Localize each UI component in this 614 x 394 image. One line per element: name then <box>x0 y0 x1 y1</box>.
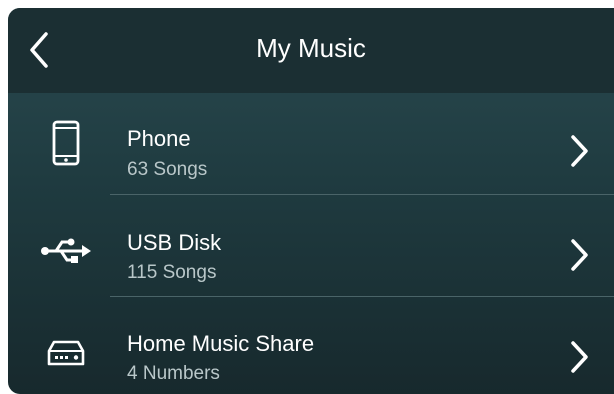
source-item-usb-disk[interactable]: USB Disk 115 Songs <box>8 195 614 297</box>
source-song-count: 4 Numbers <box>127 363 220 384</box>
chevron-right-icon <box>571 239 588 271</box>
source-name: Home Music Share <box>127 331 315 356</box>
source-song-count: 115 Songs <box>127 262 217 283</box>
source-item-phone[interactable]: Phone 63 Songs <box>8 93 614 195</box>
chevron-right-icon <box>571 341 588 373</box>
source-name: Phone <box>127 126 191 151</box>
chevron-right-icon <box>571 135 588 167</box>
smartphone-icon <box>40 117 92 169</box>
source-song-count: 63 Songs <box>127 159 208 180</box>
source-name: USB Disk <box>127 230 222 255</box>
usb-icon <box>40 225 92 277</box>
network-storage-icon <box>40 327 92 379</box>
source-item-home-music-share[interactable]: Home Music Share 4 Numbers <box>8 297 614 394</box>
page-title: My Music <box>256 33 366 63</box>
music-screen: My Music Phone 63 Songs USB Disk 115 Son… <box>8 8 614 394</box>
header-bar: My Music <box>8 8 614 93</box>
